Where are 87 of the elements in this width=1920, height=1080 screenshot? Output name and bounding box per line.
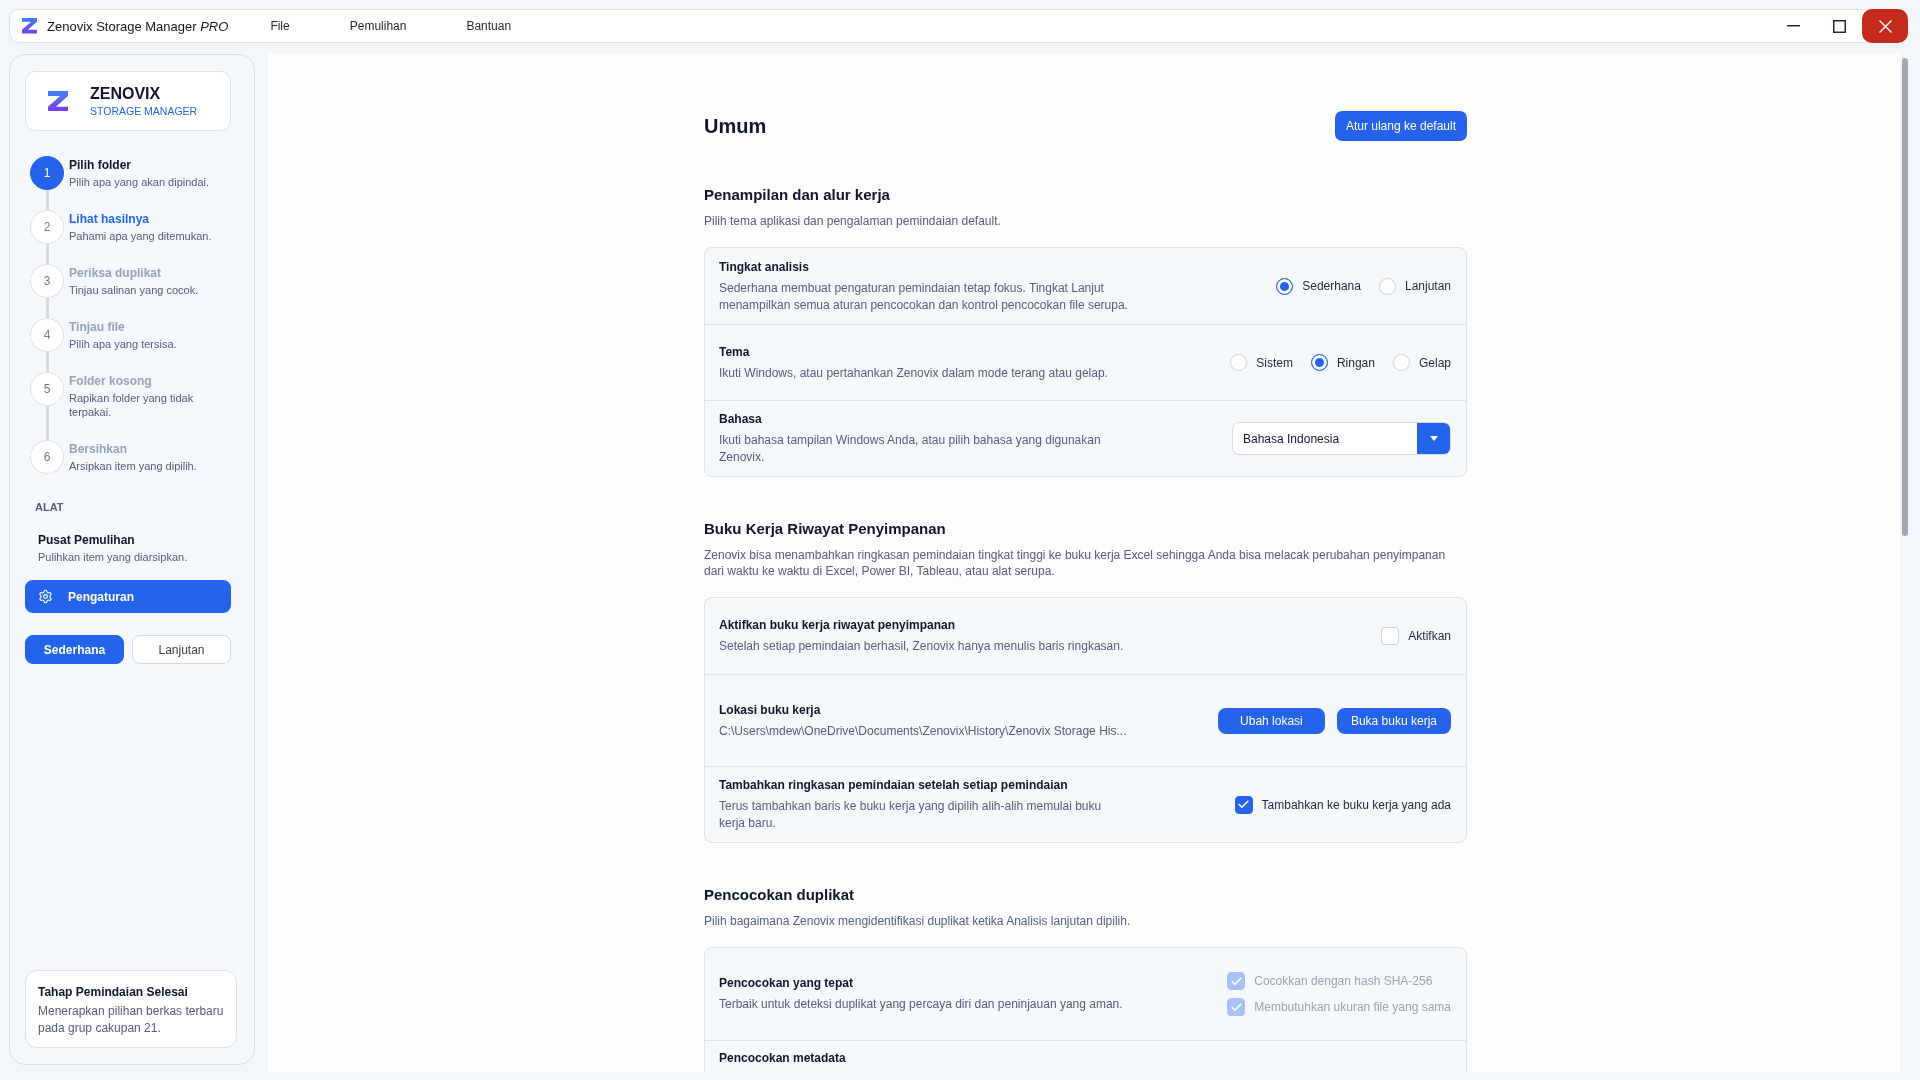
nav-item[interactable]: Pusat Pemulihan Pulihkan item yang diarsipkan. — [25, 526, 231, 570]
action-button[interactable]: Buka buku kerja — [1336, 707, 1451, 734]
window-title: Zenovix Storage Manager PRO — [47, 18, 229, 34]
step-description: Tinjau salinan yang cocok. — [69, 283, 200, 297]
brand-tagline: STORAGE MANAGER — [90, 105, 198, 118]
status-title: Tahap Pemindaian Selesai — [38, 984, 189, 1000]
setting-title: Aktifkan buku kerja riwayat penyimpanan — [719, 617, 957, 633]
setting-description: Ikuti Windows, atau pertahankan Zenovix dalam mode terang atau gelap. — [719, 364, 1108, 382]
step-number: 5 — [30, 372, 64, 406]
status-text: Menerapkan pilihan berkas terbaru pada grup cakupan 21. — [38, 1003, 225, 1037]
checkbox-label: Membutuhkan ukuran file yang sama — [1254, 999, 1451, 1015]
checkbox-label: Aktifkan — [1408, 628, 1451, 644]
brand-name: ZENOVIX — [90, 84, 162, 103]
step-title: Lihat hasilnya — [69, 211, 151, 227]
scrollbar-thumb[interactable] — [1902, 58, 1908, 536]
setting-description: Terus tambahkan baris ke buku kerja yang dipilih alih-alih memulai buku kerja baru. — [719, 798, 1103, 832]
checkbox[interactable] — [1234, 795, 1253, 814]
maximize-icon[interactable] — [1832, 19, 1846, 33]
setting-description: Setelah setiap pemindaian berhasil, Zenovix hanya menulis baris ringkasan. — [719, 638, 1124, 655]
setting-title: Bahasa — [719, 411, 763, 427]
step-number: 3 — [30, 264, 64, 298]
setting-description: Ikuti bahasa tampilan Windows Anda, atau pilih bahasa yang digunakan Zenovix. — [719, 432, 1102, 466]
setting-title: Tema — [719, 343, 751, 360]
radio-label: Sistem — [1256, 354, 1293, 371]
radio-label: Gelap — [1418, 354, 1451, 371]
radio-button[interactable] — [1310, 354, 1328, 371]
menu-item[interactable]: Bantuan — [466, 19, 512, 33]
step-title: Periksa duplikat — [69, 265, 163, 281]
radio-label: Sederhana — [1302, 278, 1361, 294]
close-button[interactable] — [1862, 9, 1908, 43]
step-connector — [45, 406, 49, 440]
step-number: 1 — [30, 156, 64, 190]
mode-button[interactable]: Lanjutan — [132, 635, 231, 664]
check-icon — [1237, 798, 1251, 811]
minimize-icon[interactable] — [1786, 25, 1800, 27]
step-title: Bersihkan — [69, 441, 129, 457]
radio-label: Lanjutan — [1404, 278, 1451, 294]
section-description: Pilih tema aplikasi dan pengalaman pemindaian default. — [704, 213, 1002, 229]
setting-title: Pencocokan yang tepat — [719, 975, 855, 991]
language-select[interactable]: Bahasa Indonesia — [1232, 422, 1451, 455]
logo-icon — [48, 90, 68, 112]
section-label: ALAT — [34, 500, 65, 514]
menu-item[interactable]: Pemulihan — [349, 19, 407, 33]
step-description: Pilih apa yang akan dipindai. — [69, 175, 211, 189]
step-title: Folder kosong — [69, 373, 153, 389]
step-number: 6 — [30, 440, 64, 474]
check-icon — [1229, 974, 1243, 988]
action-button[interactable]: Ubah lokasi — [1217, 707, 1325, 734]
radio-button[interactable] — [1276, 277, 1294, 295]
page-title: Umum — [704, 114, 767, 139]
setting-title: Pencocokan metadata — [719, 1050, 846, 1066]
step-description: Pahami apa yang ditemukan. — [69, 229, 213, 243]
step-description: Arsipkan item yang dipilih. — [69, 459, 198, 473]
step-connector — [45, 352, 49, 372]
step-title: Tinjau file — [69, 319, 126, 335]
setting-title: Tingkat analisis — [719, 258, 810, 275]
setting-title: Tambahkan ringkasan pemindaian setelah setiap pemindaian — [719, 777, 1069, 793]
setting-title: Lokasi buku kerja — [719, 701, 822, 718]
step-number: 4 — [30, 318, 64, 352]
step-description: Pilih apa yang tersisa. — [69, 337, 178, 351]
section-heading: Pencocokan duplikat — [704, 885, 856, 905]
dropdown-button[interactable] — [1417, 423, 1450, 454]
file-path: C:\Users\mdew\OneDrive\Documents\Zenovix\History\Zenovix Storage His... — [719, 722, 1127, 740]
logo-icon — [22, 18, 37, 34]
check-icon — [1229, 1000, 1243, 1014]
checkbox-label: Cocokkan dengan hash SHA-256 — [1254, 973, 1433, 989]
step-number: 2 — [30, 210, 64, 244]
checkbox-label: Tambahkan ke buku kerja yang ada — [1261, 796, 1451, 813]
section-heading: Penampilan dan alur kerja — [704, 185, 891, 205]
step-connector — [45, 298, 49, 318]
step-connector — [45, 190, 49, 210]
setting-description: Terbaik untuk deteksi duplikat yang percaya diri dan peninjauan yang aman. — [719, 996, 1123, 1013]
reset-button[interactable]: Atur ulang ke default — [1334, 111, 1467, 141]
radio-label: Ringan — [1336, 354, 1375, 371]
mode-button[interactable]: Sederhana — [25, 635, 124, 664]
nav-item[interactable]: Pengaturan — [25, 580, 231, 613]
step-title: Pilih folder — [69, 157, 132, 173]
section-description: Pilih bagaimana Zenovix mengidentifikasi duplikat ketika Analisis lanjutan dipilih. — [704, 913, 1132, 929]
menu-item[interactable]: File — [270, 19, 290, 33]
section-description: Zenovix bisa menambahkan ringkasan pemindaian tingkat tinggi ke buku kerja Excel sehingga Anda bisa melacak perubahan penyimpanan dari waktu ke waktu di Excel, Power BI, Tableau, atau alat serupa. — [704, 547, 1447, 579]
setting-description: Sederhana membuat pengaturan pemindaian tetap fokus. Tingkat Lanjut menampilkan semua aturan pencocokan dan kontrol pencocokan file serupa. — [719, 279, 1129, 314]
settings-icon — [38, 589, 53, 604]
close-icon — [1878, 19, 1892, 33]
step-connector — [45, 244, 49, 264]
caret-icon — [1429, 436, 1438, 441]
step-description: Rapikan folder yang tidak terpakai. — [69, 391, 195, 419]
section-heading: Buku Kerja Riwayat Penyimpanan — [704, 519, 947, 539]
